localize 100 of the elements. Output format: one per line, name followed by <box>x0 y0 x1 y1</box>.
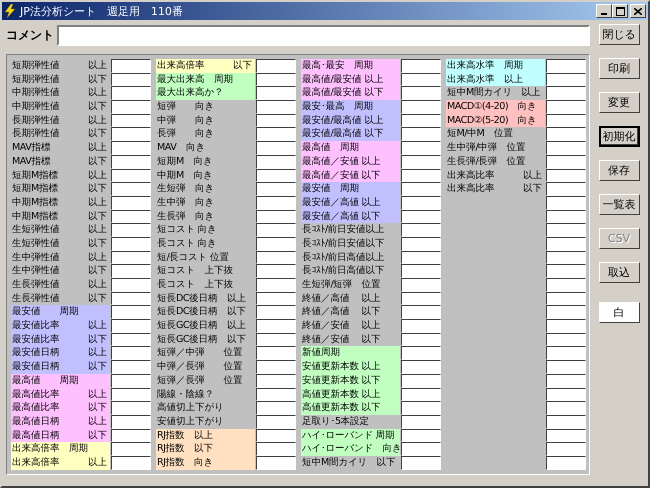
minimize-button[interactable] <box>596 4 612 18</box>
input-field[interactable] <box>546 319 586 333</box>
input-field[interactable] <box>401 319 441 333</box>
input-field[interactable] <box>111 236 151 251</box>
input-field[interactable] <box>111 196 151 210</box>
input-field[interactable] <box>546 114 586 128</box>
comment-field[interactable] <box>57 24 590 46</box>
input-field[interactable] <box>546 168 586 182</box>
input-field[interactable] <box>546 346 586 360</box>
maximize-button[interactable] <box>612 4 628 18</box>
input-field[interactable] <box>256 428 296 442</box>
input-field[interactable] <box>401 223 441 237</box>
input-field[interactable] <box>546 236 586 251</box>
input-field[interactable] <box>546 456 586 470</box>
input-field[interactable] <box>546 141 586 155</box>
input-field[interactable] <box>111 374 151 388</box>
input-field[interactable] <box>546 210 586 224</box>
input-field[interactable] <box>401 332 441 346</box>
input-field[interactable] <box>401 100 441 114</box>
input-field[interactable] <box>256 210 296 224</box>
input-field[interactable] <box>256 168 296 182</box>
input-field[interactable] <box>401 141 441 155</box>
input-field[interactable] <box>401 414 441 429</box>
input-field[interactable] <box>111 100 151 114</box>
input-field[interactable] <box>111 72 151 86</box>
input-field[interactable] <box>546 305 586 320</box>
input-field[interactable] <box>546 250 586 264</box>
input-field[interactable] <box>546 442 586 456</box>
input-field[interactable] <box>401 360 441 374</box>
input-field[interactable] <box>401 154 441 168</box>
input-field[interactable] <box>256 346 296 360</box>
input-field[interactable] <box>546 59 586 73</box>
input-field[interactable] <box>111 114 151 128</box>
input-field[interactable] <box>401 182 441 196</box>
input-field[interactable] <box>401 388 441 402</box>
input-field[interactable] <box>256 59 296 73</box>
input-field[interactable] <box>546 223 586 237</box>
action-button[interactable]: 閉じる <box>598 24 640 45</box>
input-field[interactable] <box>546 428 586 442</box>
input-field[interactable] <box>401 59 441 73</box>
input-field[interactable] <box>111 127 151 142</box>
input-field[interactable] <box>256 114 296 128</box>
input-field[interactable] <box>256 401 296 415</box>
input-field[interactable] <box>256 332 296 346</box>
input-field[interactable] <box>546 401 586 415</box>
input-field[interactable] <box>111 401 151 415</box>
input-field[interactable] <box>256 196 296 210</box>
input-field[interactable] <box>256 319 296 333</box>
input-field[interactable] <box>111 428 151 442</box>
input-field[interactable] <box>111 360 151 374</box>
input-field[interactable] <box>111 250 151 264</box>
input-field[interactable] <box>256 388 296 402</box>
action-button[interactable]: 取込 <box>598 262 640 283</box>
input-field[interactable] <box>111 182 151 196</box>
input-field[interactable] <box>111 141 151 155</box>
input-field[interactable] <box>546 72 586 86</box>
input-field[interactable] <box>256 127 296 142</box>
input-field[interactable] <box>111 59 151 73</box>
input-field[interactable] <box>111 168 151 182</box>
input-field[interactable] <box>401 292 441 306</box>
input-field[interactable] <box>401 401 441 415</box>
action-button[interactable]: 保存 <box>598 160 640 181</box>
input-field[interactable] <box>256 414 296 429</box>
input-field[interactable] <box>401 278 441 292</box>
input-field[interactable] <box>546 332 586 346</box>
input-field[interactable] <box>546 264 586 278</box>
input-field[interactable] <box>546 414 586 429</box>
input-field[interactable] <box>256 236 296 251</box>
input-field[interactable] <box>256 456 296 470</box>
input-field[interactable] <box>401 442 441 456</box>
input-field[interactable] <box>546 360 586 374</box>
input-field[interactable] <box>111 346 151 360</box>
input-field[interactable] <box>401 305 441 320</box>
action-button[interactable]: 変更 <box>598 92 640 113</box>
input-field[interactable] <box>401 210 441 224</box>
input-field[interactable] <box>256 442 296 456</box>
input-field[interactable] <box>256 154 296 168</box>
input-field[interactable] <box>256 72 296 86</box>
input-field[interactable] <box>401 127 441 142</box>
input-field[interactable] <box>111 86 151 100</box>
input-field[interactable] <box>111 332 151 346</box>
input-field[interactable] <box>401 72 441 86</box>
input-field[interactable] <box>546 388 586 402</box>
input-field[interactable] <box>111 456 151 470</box>
input-field[interactable] <box>256 264 296 278</box>
input-field[interactable] <box>111 264 151 278</box>
input-field[interactable] <box>401 114 441 128</box>
input-field[interactable] <box>546 154 586 168</box>
action-button[interactable]: 初期化 <box>598 126 640 147</box>
input-field[interactable] <box>256 292 296 306</box>
input-field[interactable] <box>111 442 151 456</box>
input-field[interactable] <box>401 250 441 264</box>
action-button[interactable]: 印刷 <box>598 58 640 79</box>
input-field[interactable] <box>546 196 586 210</box>
input-field[interactable] <box>256 141 296 155</box>
input-field[interactable] <box>546 100 586 114</box>
input-field[interactable] <box>256 182 296 196</box>
input-field[interactable] <box>401 264 441 278</box>
input-field[interactable] <box>256 278 296 292</box>
input-field[interactable] <box>401 456 441 470</box>
